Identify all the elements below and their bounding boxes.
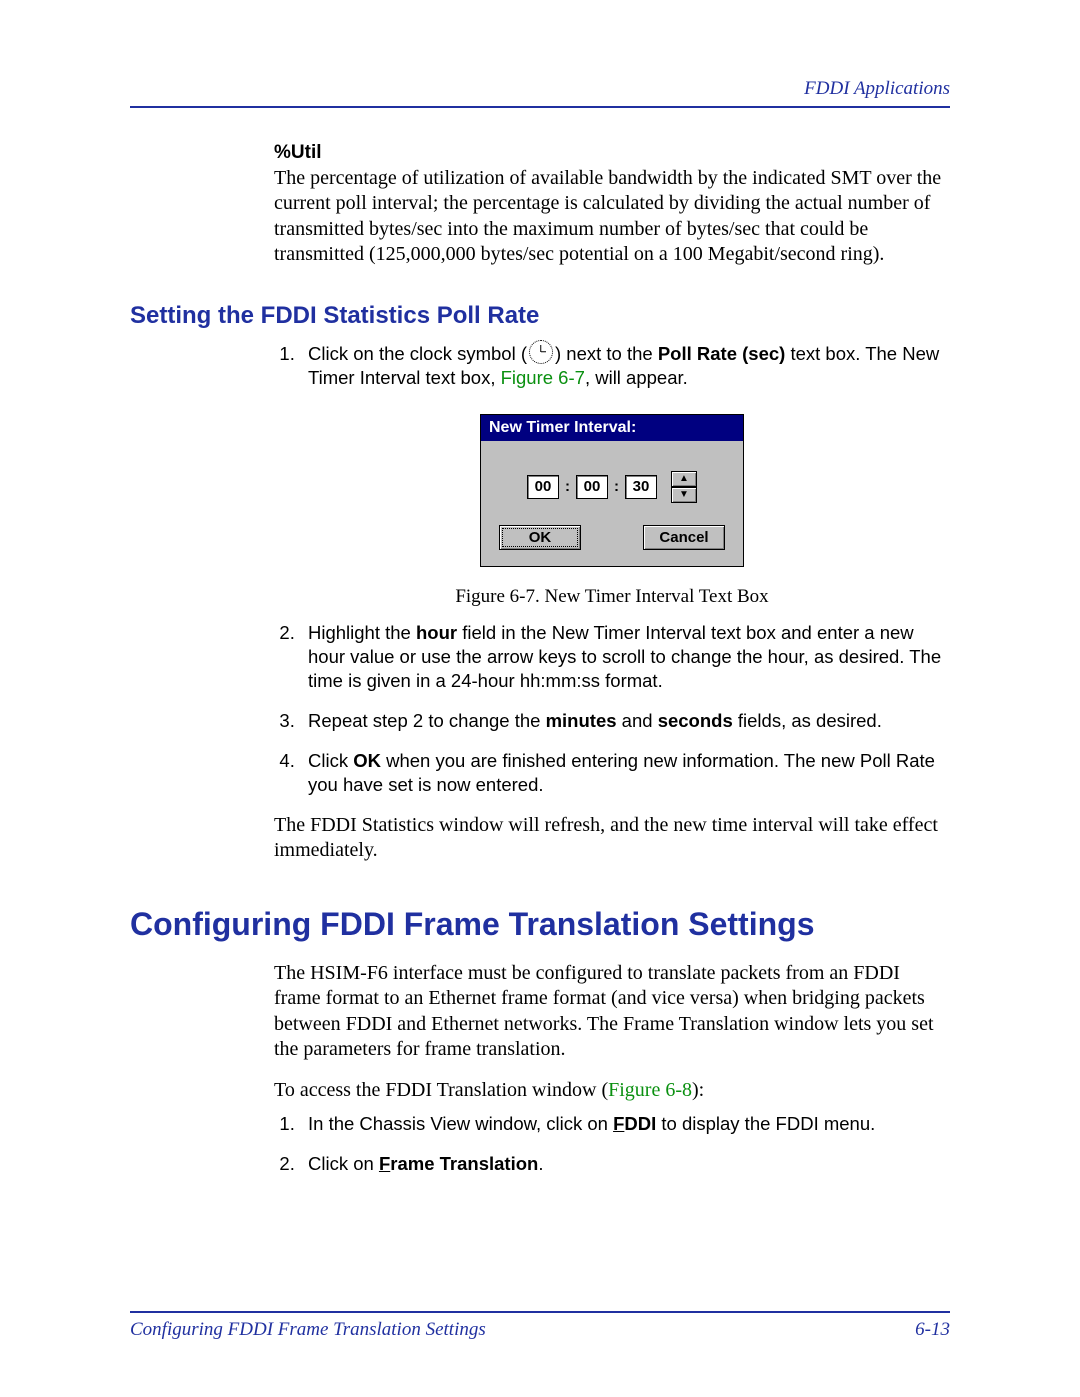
section-heading-poll-rate: Setting the FDDI Statistics Poll Rate <box>130 302 950 330</box>
ft-step-1: In the Chassis View window, click on FDD… <box>300 1112 950 1136</box>
dialog-title: New Timer Interval: <box>481 415 743 441</box>
colon: : <box>563 478 572 495</box>
text: Highlight the <box>308 622 416 643</box>
poll-rate-steps-cont: Highlight the hour field in the New Time… <box>274 621 950 797</box>
cancel-button[interactable]: Cancel <box>643 525 725 550</box>
frame-translation-steps: In the Chassis View window, click on FDD… <box>274 1112 950 1176</box>
text: , will appear. <box>585 367 688 388</box>
text-underline: F <box>379 1153 390 1174</box>
text: To access the FDDI Translation window ( <box>274 1079 608 1101</box>
figure-link[interactable]: Figure 6-8 <box>608 1079 692 1101</box>
text: In the Chassis View window, click on <box>308 1113 613 1134</box>
util-block: %Util The percentage of utilization of a… <box>274 142 950 268</box>
text-bold: minutes <box>546 710 617 731</box>
util-heading: %Util <box>274 142 950 164</box>
minutes-field[interactable]: 00 <box>576 475 608 499</box>
text-bold: Poll Rate (sec) <box>658 343 786 364</box>
timer-dialog: New Timer Interval: 00 : 00 : 30 ▲ ▼ <box>480 414 744 567</box>
step-3: Repeat step 2 to change the minutes and … <box>300 709 950 733</box>
frame-translation-p2: To access the FDDI Translation window (F… <box>274 1078 950 1103</box>
text-bold: OK <box>353 750 381 771</box>
poll-rate-content: Click on the clock symbol ( ) next to the… <box>274 340 950 864</box>
seconds-field[interactable]: 30 <box>625 475 657 499</box>
document-page: FDDI Applications %Util The percentage o… <box>0 0 1080 1397</box>
text: to display the FDDI menu. <box>656 1113 875 1134</box>
step-2: Highlight the hour field in the New Time… <box>300 621 950 693</box>
poll-rate-closing: The FDDI Statistics window will refresh,… <box>274 813 950 864</box>
text-bold: hour <box>416 622 457 643</box>
poll-rate-steps: Click on the clock symbol ( ) next to the… <box>274 340 950 390</box>
step-1: Click on the clock symbol ( ) next to the… <box>300 340 950 390</box>
footer-left: Configuring FDDI Frame Translation Setti… <box>130 1319 486 1341</box>
text: when you are finished entering new infor… <box>308 750 935 795</box>
step-4: Click OK when you are finished entering … <box>300 749 950 797</box>
text-bold: DDI <box>624 1113 656 1134</box>
figure-link[interactable]: Figure 6-7 <box>501 367 585 388</box>
header-section-label: FDDI Applications <box>130 78 950 100</box>
text: ) next to the <box>555 343 658 364</box>
text: Repeat step 2 to change the <box>308 710 546 731</box>
figure-6-7: New Timer Interval: 00 : 00 : 30 ▲ ▼ <box>274 414 950 609</box>
text: Click <box>308 750 353 771</box>
text: ): <box>692 1079 704 1101</box>
time-row: 00 : 00 : 30 ▲ ▼ <box>527 471 697 503</box>
ok-button[interactable]: OK <box>499 525 581 550</box>
footer: Configuring FDDI Frame Translation Setti… <box>130 1311 950 1341</box>
hours-field[interactable]: 00 <box>527 475 559 499</box>
text-bold: seconds <box>658 710 733 731</box>
spin-up-button[interactable]: ▲ <box>671 471 697 487</box>
header-rule <box>130 106 950 108</box>
text: Click on the clock symbol ( <box>308 343 527 364</box>
frame-translation-content: The HSIM-F6 interface must be configured… <box>274 961 950 1176</box>
figure-caption: Figure 6-7. New Timer Interval Text Box <box>274 585 950 609</box>
spin-down-button[interactable]: ▼ <box>671 487 697 503</box>
spinner: ▲ ▼ <box>671 471 697 503</box>
ft-step-2: Click on Frame Translation. <box>300 1152 950 1176</box>
dialog-body: 00 : 00 : 30 ▲ ▼ OK Cancel <box>481 441 743 566</box>
text-underline: F <box>613 1113 624 1134</box>
section-heading-frame-translation: Configuring FDDI Frame Translation Setti… <box>130 906 950 943</box>
footer-rule <box>130 1311 950 1313</box>
frame-translation-p1: The HSIM-F6 interface must be configured… <box>274 961 950 1063</box>
text-bold: rame Translation <box>390 1153 538 1174</box>
dialog-button-row: OK Cancel <box>499 525 725 550</box>
text: fields, as desired. <box>733 710 882 731</box>
text: . <box>538 1153 543 1174</box>
clock-icon <box>529 340 553 364</box>
text: and <box>617 710 658 731</box>
colon: : <box>612 478 621 495</box>
util-body: The percentage of utilization of availab… <box>274 166 950 268</box>
text: Click on <box>308 1153 379 1174</box>
page-number: 6-13 <box>915 1319 950 1341</box>
